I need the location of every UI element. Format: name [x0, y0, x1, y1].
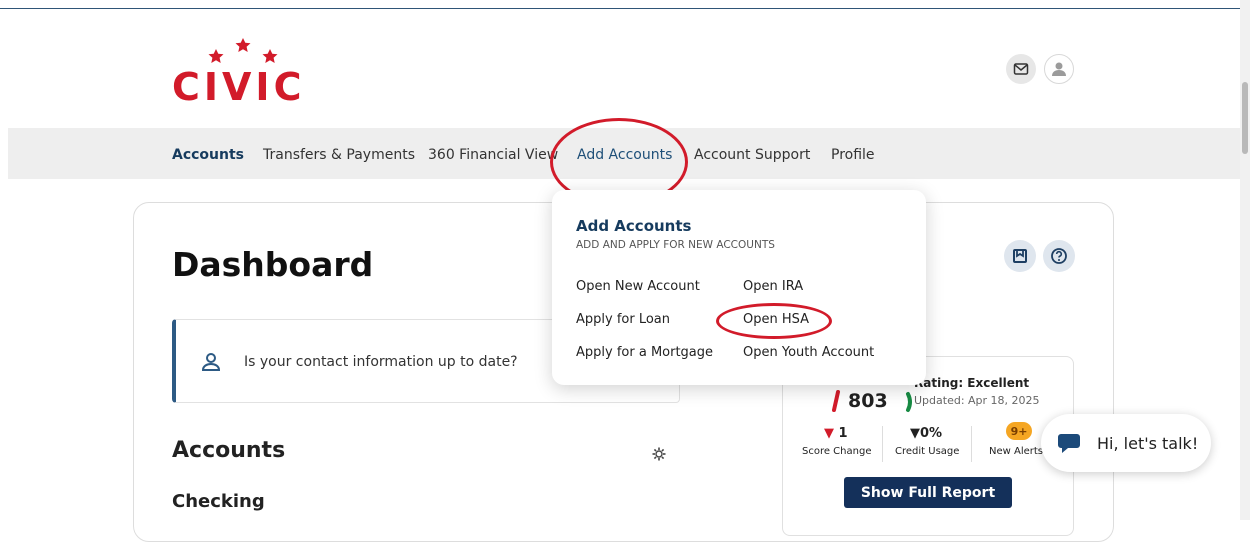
page-scrollbar[interactable]	[1240, 0, 1250, 520]
metric-divider	[971, 426, 972, 462]
new-alerts-label[interactable]: New Alerts	[989, 446, 1043, 457]
person-icon	[201, 353, 221, 371]
help-icon	[1051, 248, 1067, 264]
chat-bubble-icon	[1058, 434, 1080, 453]
open-new-account-link[interactable]: Open New Account	[576, 279, 700, 294]
highlight-ring-open-hsa	[716, 303, 832, 339]
open-youth-account-link[interactable]: Open Youth Account	[743, 345, 874, 360]
gear-icon[interactable]	[652, 447, 666, 461]
bookmark-icon	[1013, 249, 1027, 263]
dropdown-title: Add Accounts	[576, 217, 692, 235]
chat-widget[interactable]: Hi, let's talk!	[1041, 414, 1211, 472]
nav-360-financial-view[interactable]: 360 Financial View	[428, 147, 558, 163]
score-change-label: Score Change	[802, 446, 872, 457]
profile-button[interactable]	[1044, 54, 1074, 84]
credit-usage-value: ▼0%	[910, 426, 943, 441]
contact-info-prompt: Is your contact information up to date?	[244, 354, 518, 370]
nav-profile[interactable]: Profile	[831, 147, 875, 163]
open-ira-link[interactable]: Open IRA	[743, 279, 803, 294]
chat-label: Hi, let's talk!	[1097, 434, 1199, 453]
metric-divider	[882, 426, 883, 462]
help-button[interactable]	[1043, 240, 1075, 272]
top-divider	[0, 8, 1240, 9]
alerts-badge: 9+	[1006, 422, 1032, 440]
credit-rating: Rating: Excellent	[914, 376, 1030, 390]
apply-for-mortgage-link[interactable]: Apply for a Mortgage	[576, 345, 713, 360]
nav-account-support[interactable]: Account Support	[694, 147, 810, 163]
logo-star-icon	[235, 38, 251, 52]
credit-score-value: 803	[848, 390, 888, 412]
civic-logo[interactable]: CIVIC	[172, 36, 322, 106]
apply-for-loan-link[interactable]: Apply for Loan	[576, 312, 670, 327]
nav-accounts[interactable]: Accounts	[172, 147, 244, 163]
logo-wordmark: CIVIC	[172, 65, 305, 106]
page-title: Dashboard	[172, 245, 374, 284]
nav-transfers-payments[interactable]: Transfers & Payments	[263, 147, 415, 163]
credit-usage-label: Credit Usage	[895, 446, 960, 457]
logo-star-icon	[262, 49, 278, 63]
score-change-value: ▼ 1	[824, 426, 848, 441]
envelope-icon	[1013, 63, 1029, 75]
dropdown-subtitle: ADD AND APPLY FOR NEW ACCOUNTS	[576, 239, 775, 251]
checking-heading: Checking	[172, 491, 265, 512]
show-full-report-button[interactable]: Show Full Report	[844, 477, 1012, 508]
scrollbar-thumb[interactable]	[1242, 82, 1248, 154]
bookmark-button[interactable]	[1004, 240, 1036, 272]
credit-updated: Updated: Apr 18, 2025	[914, 394, 1040, 407]
down-arrow-icon: ▼	[824, 426, 834, 441]
accounts-heading: Accounts	[172, 438, 286, 463]
down-arrow-icon: ▼	[910, 426, 920, 441]
messages-button[interactable]	[1006, 54, 1036, 84]
user-icon	[1052, 62, 1066, 76]
logo-star-icon	[208, 49, 224, 63]
